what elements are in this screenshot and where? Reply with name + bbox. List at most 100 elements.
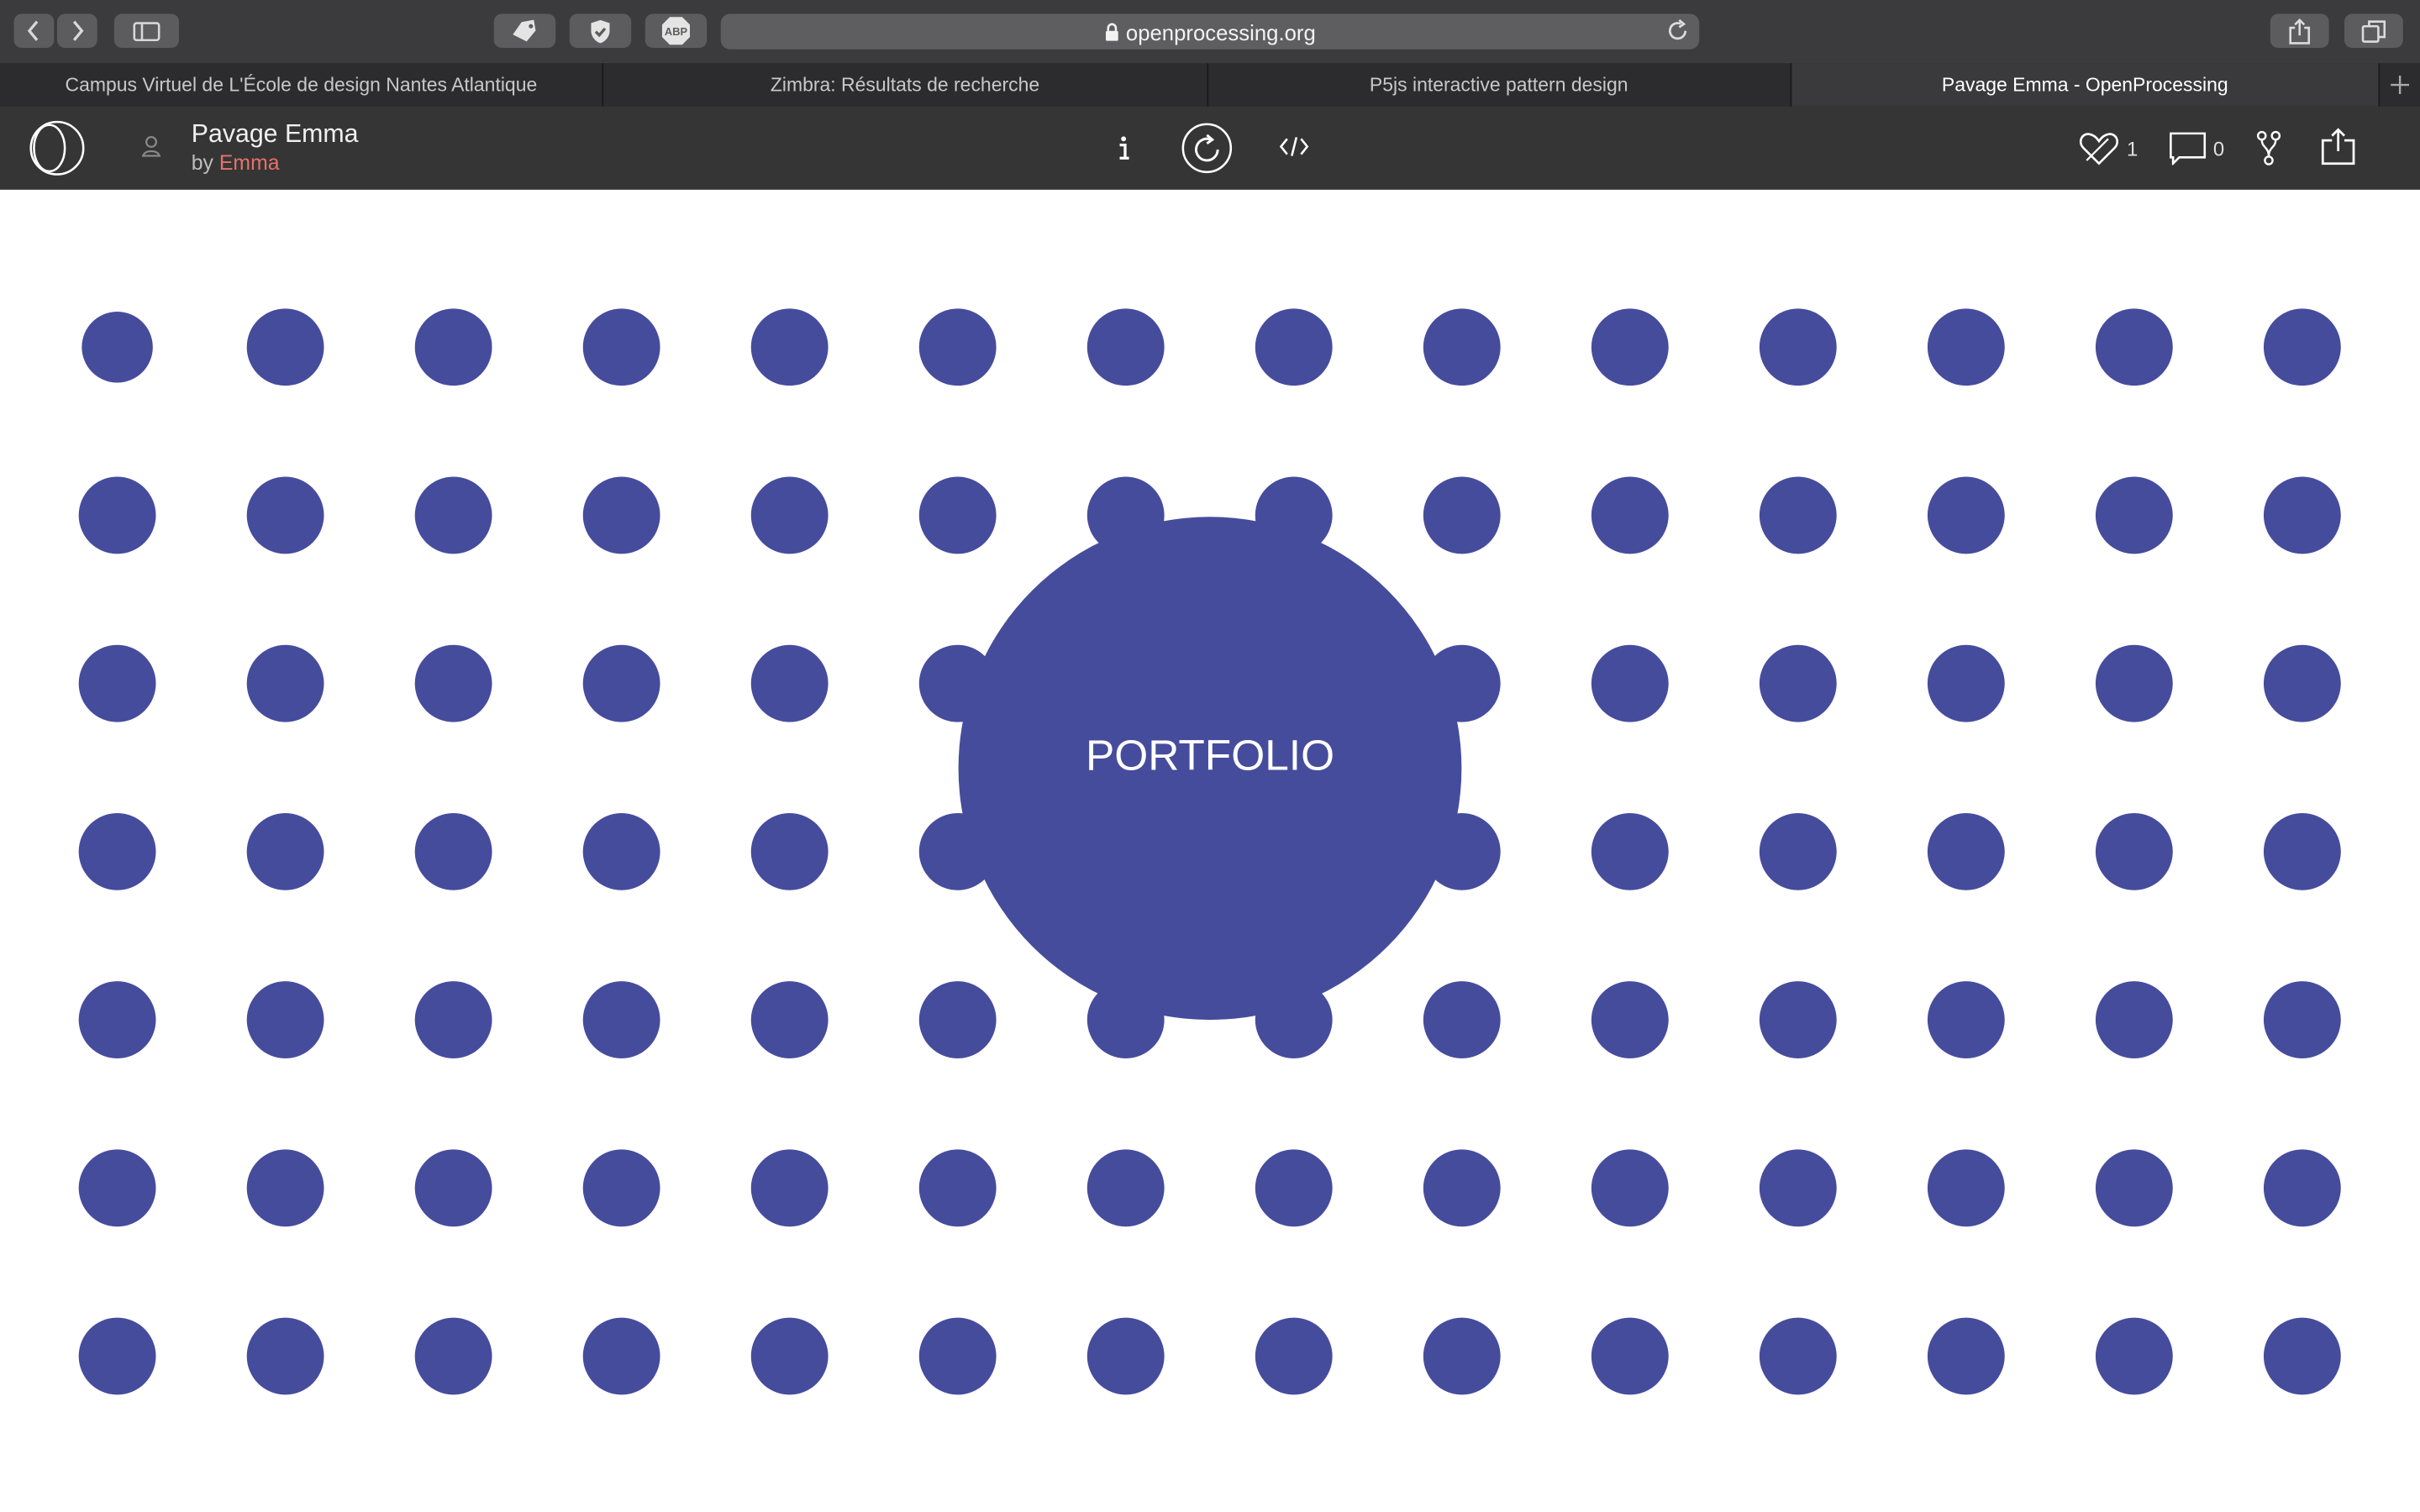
pattern-dot bbox=[2095, 1317, 2173, 1395]
pattern-dot bbox=[1086, 1317, 1165, 1395]
tab-campus-virtuel[interactable]: Campus Virtuel de L'École de design Nant… bbox=[0, 63, 604, 107]
pattern-dot bbox=[1759, 1149, 1837, 1227]
pattern-dot bbox=[2095, 981, 2173, 1058]
forward-button[interactable] bbox=[56, 13, 97, 48]
pattern-dot bbox=[1591, 1149, 1669, 1227]
dot-pattern[interactable]: PORTFOLIO bbox=[0, 190, 2420, 1512]
pattern-dot bbox=[1086, 308, 1165, 386]
pattern-dot bbox=[750, 981, 829, 1058]
pattern-dot bbox=[78, 812, 156, 890]
pattern-dot bbox=[918, 476, 997, 554]
pattern-dot bbox=[918, 308, 997, 386]
reload-icon[interactable] bbox=[1665, 18, 1690, 43]
info-button[interactable] bbox=[1114, 129, 1133, 166]
pattern-dot bbox=[246, 644, 324, 722]
author-link[interactable]: Emma bbox=[219, 151, 280, 175]
pattern-dot bbox=[2263, 644, 2341, 722]
chevron-right-icon bbox=[72, 20, 84, 41]
pattern-dot bbox=[78, 981, 156, 1058]
pattern-dot bbox=[2263, 812, 2341, 890]
share-button[interactable] bbox=[2270, 13, 2329, 48]
user-icon[interactable] bbox=[140, 134, 162, 159]
pattern-dot bbox=[1591, 308, 1669, 386]
pattern-dot bbox=[1423, 981, 1501, 1058]
openprocessing-logo-icon[interactable] bbox=[26, 118, 87, 177]
pattern-dot bbox=[78, 1149, 156, 1227]
pattern-dot bbox=[2095, 644, 2173, 722]
pattern-dot bbox=[1423, 308, 1501, 386]
pattern-dot bbox=[2095, 476, 2173, 554]
pattern-dot bbox=[918, 1149, 997, 1227]
sidebar-toggle-button[interactable] bbox=[113, 13, 180, 48]
pattern-dot bbox=[582, 812, 660, 890]
pattern-dot bbox=[414, 644, 492, 722]
restart-button[interactable] bbox=[1181, 122, 1233, 174]
back-button[interactable] bbox=[13, 13, 55, 48]
pattern-dot bbox=[1255, 308, 1333, 386]
like-button[interactable]: 1 bbox=[2079, 129, 2138, 166]
pattern-dot bbox=[582, 981, 660, 1058]
sketch-title: Pavage Emma bbox=[191, 120, 359, 149]
pattern-dot bbox=[750, 1149, 829, 1227]
pattern-dot bbox=[414, 308, 492, 386]
tab-zimbra[interactable]: Zimbra: Résultats de recherche bbox=[604, 63, 1208, 107]
comments-button[interactable]: 0 bbox=[2169, 129, 2225, 166]
address-bar[interactable]: openprocessing.org bbox=[720, 13, 1700, 50]
tabs-overview-button[interactable] bbox=[2344, 13, 2403, 48]
pattern-dot bbox=[750, 308, 829, 386]
pattern-dot bbox=[1759, 812, 1837, 890]
code-icon bbox=[1279, 137, 1309, 156]
plus-icon bbox=[2391, 76, 2410, 95]
pattern-dot bbox=[1759, 644, 1837, 722]
url-text: openprocessing.org bbox=[1125, 18, 1316, 45]
sketch-byline: by Emma bbox=[192, 151, 280, 175]
pattern-dot bbox=[582, 476, 660, 554]
pattern-dot bbox=[750, 644, 829, 722]
code-button[interactable] bbox=[1279, 136, 1309, 158]
pattern-dot bbox=[2263, 1149, 2341, 1227]
pattern-dot bbox=[582, 1317, 660, 1395]
pattern-dot bbox=[1255, 1317, 1333, 1395]
pattern-dot bbox=[2095, 812, 2173, 890]
pattern-dot bbox=[1423, 1149, 1501, 1227]
restart-icon bbox=[1181, 123, 1233, 174]
adblock-extension-button[interactable]: ABP bbox=[644, 13, 708, 48]
lock-icon bbox=[1105, 22, 1118, 40]
pattern-dot bbox=[1927, 644, 2005, 722]
share-sketch-button[interactable] bbox=[2320, 127, 2357, 167]
new-tab-button[interactable] bbox=[2380, 63, 2420, 106]
tab-pavage-emma[interactable]: Pavage Emma - OpenProcessing bbox=[1791, 63, 2381, 107]
pattern-dot bbox=[414, 981, 492, 1058]
fork-button[interactable] bbox=[2256, 129, 2281, 166]
info-icon bbox=[1119, 136, 1129, 160]
pattern-dot bbox=[1255, 1149, 1333, 1227]
pattern-dot bbox=[78, 1317, 156, 1395]
sketch-canvas[interactable]: PORTFOLIO bbox=[0, 189, 2420, 1512]
sidebar-icon bbox=[133, 21, 160, 41]
pattern-dot bbox=[246, 476, 324, 554]
tabs-overview-icon bbox=[2361, 19, 2386, 42]
adblock-label: ABP bbox=[665, 25, 688, 38]
pattern-dot bbox=[918, 1317, 997, 1395]
heart-icon bbox=[2079, 133, 2118, 165]
chevron-left-icon bbox=[27, 20, 39, 41]
pattern-dot bbox=[2095, 1149, 2173, 1227]
pattern-dot bbox=[918, 981, 997, 1058]
tab-p5js-pattern[interactable]: P5js interactive pattern design bbox=[1207, 63, 1792, 107]
pattern-dot bbox=[1927, 1317, 2005, 1395]
pattern-dot bbox=[750, 1317, 829, 1395]
pattern-dot bbox=[1086, 1149, 1165, 1227]
tag-extension-button[interactable] bbox=[493, 13, 556, 48]
comment-icon bbox=[2170, 132, 2207, 165]
portfolio-label[interactable]: PORTFOLIO bbox=[1086, 731, 1334, 780]
pattern-dot bbox=[414, 812, 492, 890]
pattern-dot bbox=[1591, 981, 1669, 1058]
pattern-dot bbox=[1927, 812, 2005, 890]
pattern-dot bbox=[246, 1317, 324, 1395]
pattern-dot bbox=[246, 1149, 324, 1227]
pattern-dot bbox=[750, 812, 829, 890]
pattern-dot bbox=[1759, 308, 1837, 386]
pattern-dot bbox=[1423, 1317, 1501, 1395]
privacy-extension-button[interactable] bbox=[569, 13, 632, 48]
comment-count: 0 bbox=[2212, 136, 2225, 160]
